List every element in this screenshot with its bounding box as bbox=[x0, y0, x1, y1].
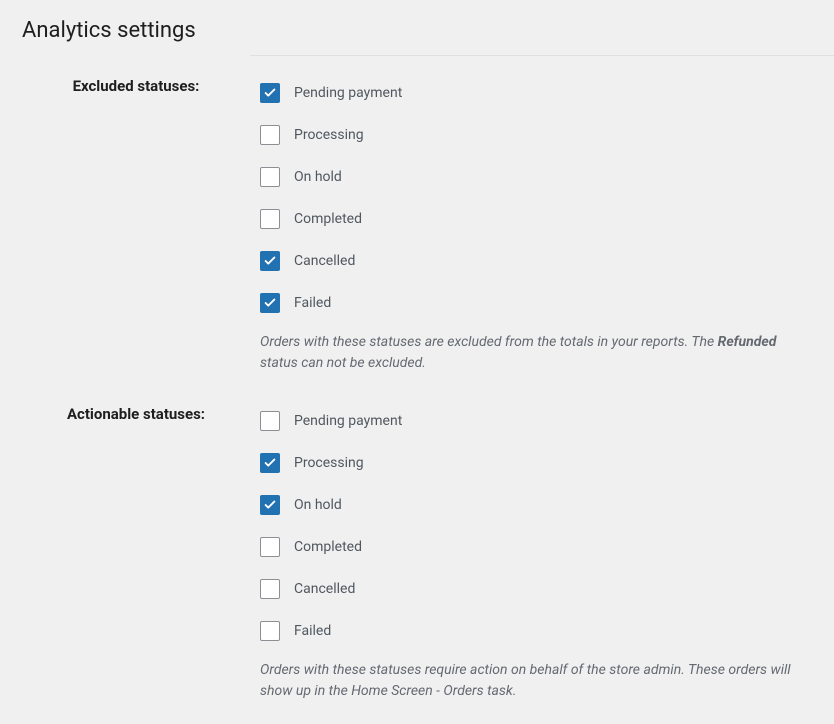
checkbox-label[interactable]: Completed bbox=[294, 211, 362, 227]
checkbox-row-cancelled: Cancelled bbox=[260, 568, 814, 610]
check-icon bbox=[263, 498, 277, 512]
checkbox-label[interactable]: Pending payment bbox=[294, 413, 402, 429]
checkbox-label[interactable]: Pending payment bbox=[294, 85, 402, 101]
settings-table: Excluded statuses: Pending payment Proce… bbox=[0, 56, 834, 712]
description-text: Orders with these statuses are excluded … bbox=[260, 334, 718, 350]
checkbox-label[interactable]: Failed bbox=[294, 295, 331, 311]
checkbox-row-pending-payment: Pending payment bbox=[260, 400, 814, 442]
excluded-statuses-label: Excluded statuses: bbox=[73, 77, 200, 95]
checkbox-excluded-cancelled[interactable] bbox=[260, 251, 280, 271]
check-icon bbox=[263, 456, 277, 470]
description-strong: Refunded bbox=[718, 334, 777, 350]
checkbox-row-completed: Completed bbox=[260, 198, 814, 240]
actionable-statuses-description: Orders with these statuses require actio… bbox=[260, 660, 814, 702]
checkbox-row-failed: Failed bbox=[260, 282, 814, 324]
checkbox-row-on-hold: On hold bbox=[260, 156, 814, 198]
checkbox-label[interactable]: Cancelled bbox=[294, 253, 355, 269]
section-heading: Analytics settings bbox=[22, 18, 834, 55]
checkbox-actionable-on-hold[interactable] bbox=[260, 495, 280, 515]
checkbox-excluded-pending-payment[interactable] bbox=[260, 83, 280, 103]
checkbox-row-cancelled: Cancelled bbox=[260, 240, 814, 282]
checkbox-row-pending-payment: Pending payment bbox=[260, 72, 814, 114]
actionable-statuses-label: Actionable statuses: bbox=[67, 405, 205, 423]
checkbox-excluded-completed[interactable] bbox=[260, 209, 280, 229]
checkbox-actionable-pending-payment[interactable] bbox=[260, 411, 280, 431]
checkbox-row-on-hold: On hold bbox=[260, 484, 814, 526]
description-text: status can not be excluded. bbox=[260, 355, 426, 371]
checkbox-row-failed: Failed bbox=[260, 610, 814, 652]
actionable-statuses-content: Pending payment Processing On hold bbox=[260, 384, 834, 712]
checkbox-actionable-cancelled[interactable] bbox=[260, 579, 280, 599]
check-icon bbox=[263, 254, 277, 268]
check-icon bbox=[263, 86, 277, 100]
checkbox-label[interactable]: Cancelled bbox=[294, 581, 355, 597]
actionable-statuses-row: Actionable statuses: Pending payment Pro… bbox=[0, 384, 834, 712]
checkbox-label[interactable]: Completed bbox=[294, 539, 362, 555]
checkbox-label[interactable]: Processing bbox=[294, 127, 364, 143]
checkbox-row-processing: Processing bbox=[260, 442, 814, 484]
check-icon bbox=[263, 296, 277, 310]
checkbox-actionable-processing[interactable] bbox=[260, 453, 280, 473]
checkbox-label[interactable]: Processing bbox=[294, 455, 364, 471]
checkbox-row-processing: Processing bbox=[260, 114, 814, 156]
excluded-statuses-label-cell: Excluded statuses: bbox=[0, 56, 260, 384]
checkbox-excluded-failed[interactable] bbox=[260, 293, 280, 313]
excluded-statuses-description: Orders with these statuses are excluded … bbox=[260, 332, 814, 374]
checkbox-label[interactable]: Failed bbox=[294, 623, 331, 639]
checkbox-actionable-completed[interactable] bbox=[260, 537, 280, 557]
checkbox-label[interactable]: On hold bbox=[294, 497, 342, 513]
checkbox-actionable-failed[interactable] bbox=[260, 621, 280, 641]
checkbox-excluded-on-hold[interactable] bbox=[260, 167, 280, 187]
actionable-statuses-label-cell: Actionable statuses: bbox=[0, 384, 260, 712]
excluded-statuses-content: Pending payment Processing On hold bbox=[260, 56, 834, 384]
checkbox-row-completed: Completed bbox=[260, 526, 814, 568]
page-title: Analytics settings bbox=[22, 18, 834, 43]
checkbox-label[interactable]: On hold bbox=[294, 169, 342, 185]
excluded-statuses-row: Excluded statuses: Pending payment Proce… bbox=[0, 56, 834, 384]
checkbox-excluded-processing[interactable] bbox=[260, 125, 280, 145]
